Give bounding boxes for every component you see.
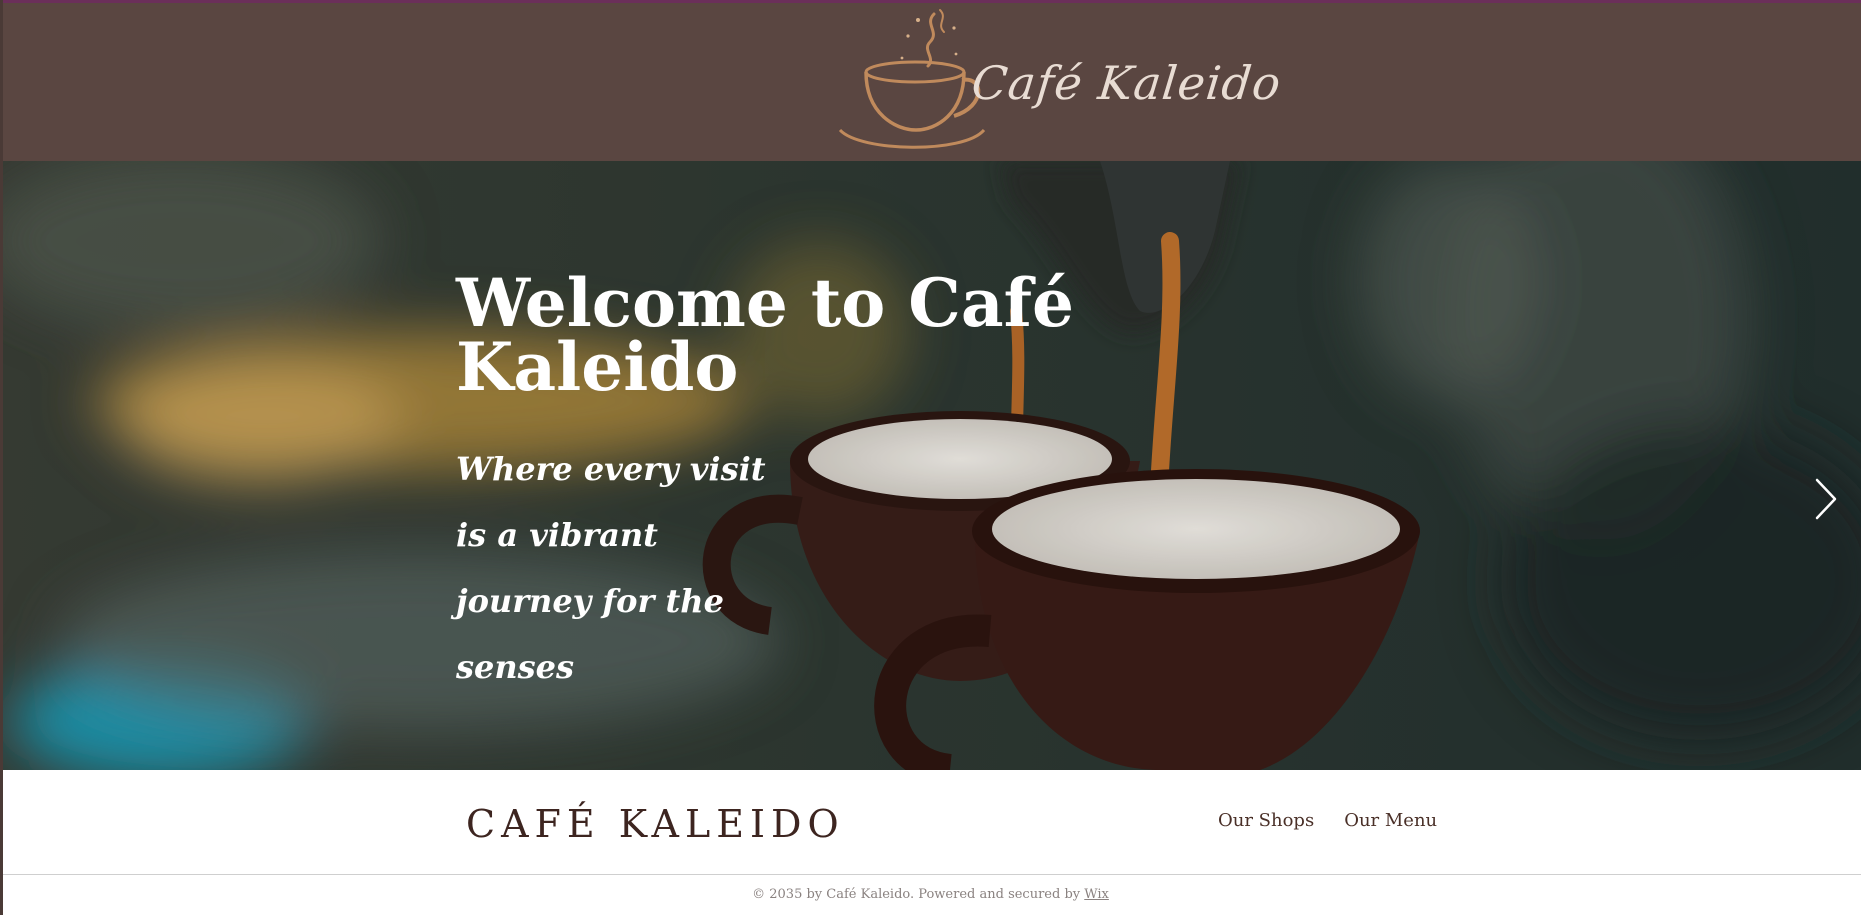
logo-text: Café Kaleido	[969, 56, 1284, 110]
site-footer: CAFÉ KALEIDO Our Shops Our Menu © 2035 b…	[0, 770, 1861, 915]
window-frame-edge	[0, 0, 3, 915]
site-header: Café Kaleido	[0, 0, 1861, 161]
chevron-right-icon	[1815, 478, 1837, 520]
hero-subtitle: Where every visit is a vibrant journey f…	[456, 450, 766, 686]
footer-nav: Our Shops Our Menu	[1218, 810, 1437, 831]
hero-slideshow: Welcome to Café Kaleido Where every visi…	[0, 161, 1861, 770]
hero-title: Welcome to Café Kaleido	[456, 264, 1074, 406]
nav-link-our-shops[interactable]: Our Shops	[1218, 810, 1314, 831]
top-accent-bar	[0, 0, 1861, 3]
nav-link-our-menu[interactable]: Our Menu	[1344, 810, 1437, 831]
hero-background-image	[0, 161, 1861, 770]
footer-brand: CAFÉ KALEIDO	[466, 802, 845, 846]
slideshow-next-button[interactable]	[1814, 477, 1838, 521]
copyright-text: © 2035 by Café Kaleido. Powered and secu…	[0, 887, 1861, 902]
wix-link[interactable]: Wix	[1084, 887, 1109, 902]
copyright-prefix: © 2035 by Café Kaleido. Powered and secu…	[752, 887, 1085, 902]
site-logo[interactable]: Café Kaleido	[836, 6, 1284, 154]
footer-divider	[0, 874, 1861, 875]
